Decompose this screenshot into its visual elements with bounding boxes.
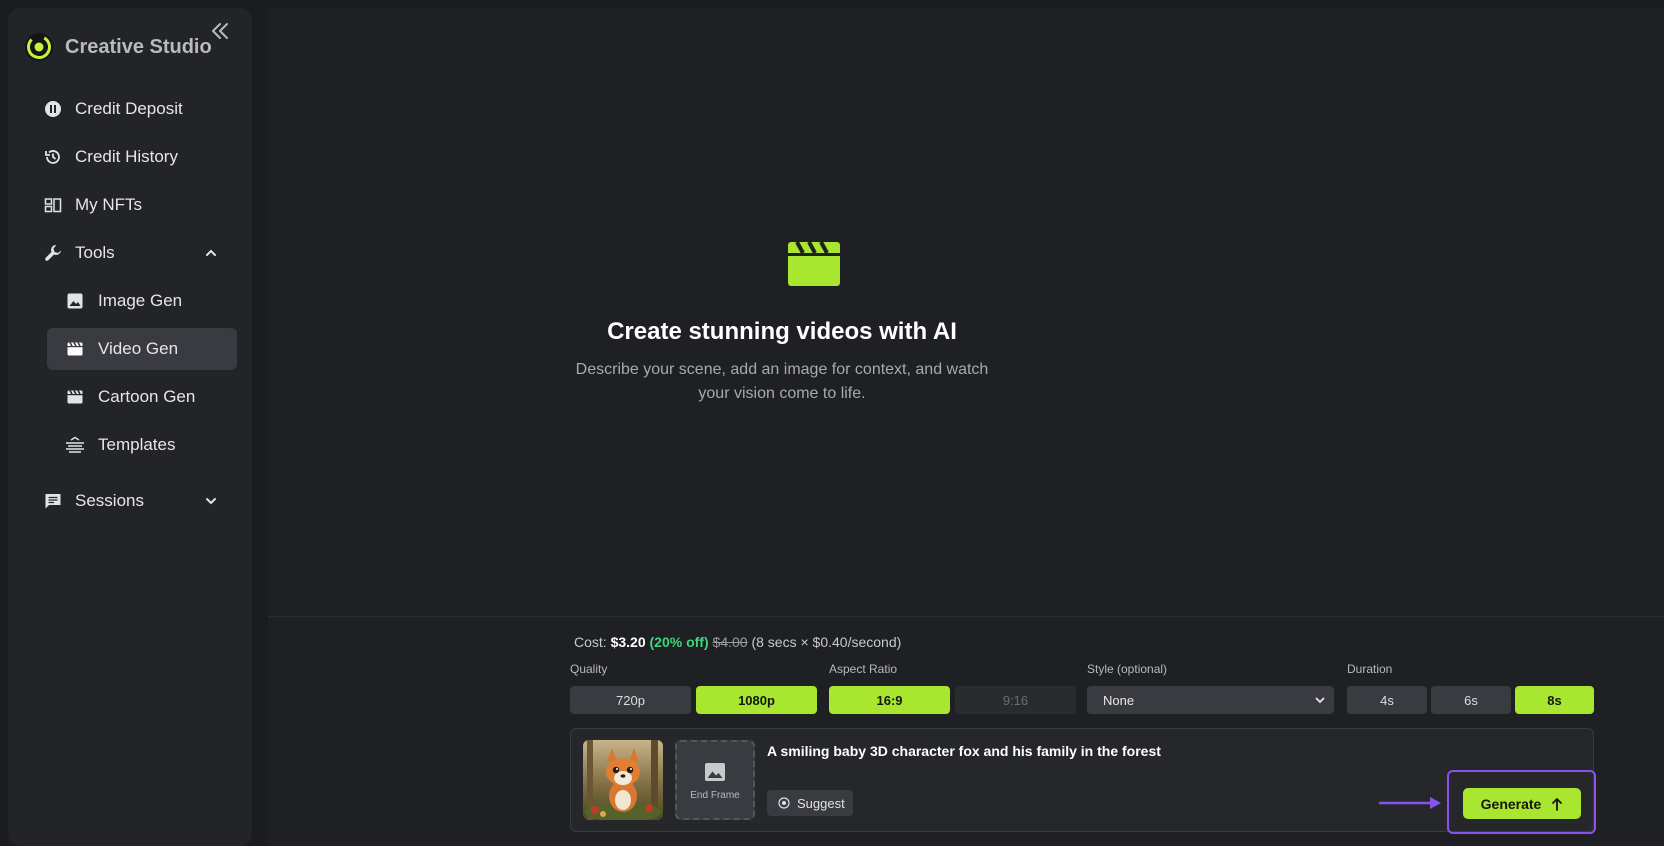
chat-icon (43, 491, 63, 511)
sidebar-item-label: Cartoon Gen (98, 387, 196, 406)
suggest-label: Suggest (797, 795, 845, 811)
style-select[interactable]: None (1087, 686, 1334, 714)
brand-name: Creative Studio (65, 35, 212, 58)
sidebar-item-label: Templates (98, 435, 176, 454)
brand-logo-icon (25, 33, 53, 61)
sidebar-item-label: Tools (75, 243, 115, 262)
sidebar-item-cartoon-gen[interactable]: Cartoon Gen (47, 376, 237, 418)
cost-detail: (8 secs × $0.40/second) (751, 634, 902, 650)
clapperboard-icon (788, 241, 840, 286)
suggest-icon (778, 797, 790, 809)
clapperboard-icon (65, 387, 85, 407)
sidebar-item-credit-deposit[interactable]: Credit Deposit (24, 88, 236, 130)
main-panel (268, 8, 1664, 846)
aspect-ratio-label: Aspect Ratio (829, 662, 898, 676)
prompt-input[interactable]: A smiling baby 3D character fox and his … (767, 743, 1161, 759)
chevron-down-icon (206, 498, 216, 505)
app-root: Creative Studio Credit Deposit Credit Hi… (0, 0, 1664, 846)
chevron-up-icon (206, 249, 216, 256)
duration-label: Duration (1347, 662, 1393, 676)
sidebar-item-label: Video Gen (98, 339, 179, 358)
fox-thumbnail-image (583, 740, 663, 820)
divider (268, 616, 1664, 617)
end-frame-upload[interactable]: End Frame (675, 740, 755, 820)
sidebar-item-label: Image Gen (98, 291, 183, 310)
image-icon (65, 291, 85, 311)
templates-icon (65, 435, 85, 455)
sidebar: Creative Studio Credit Deposit Credit Hi… (8, 8, 252, 846)
chevron-down-icon (1315, 697, 1325, 704)
sidebar-item-video-gen[interactable]: Video Gen (47, 328, 237, 370)
arrow-up-icon (1552, 797, 1563, 811)
image-icon (705, 762, 725, 781)
double-chevron-left-icon[interactable] (209, 19, 231, 43)
suggest-button[interactable]: Suggest (767, 790, 853, 816)
quality-option-1080p[interactable]: 1080p (696, 686, 817, 714)
sidebar-item-label: Credit History (75, 147, 178, 166)
style-select-value: None (1103, 692, 1135, 708)
cost-summary: Cost: $3.20 (20% off) $4.00 (8 secs × $0… (574, 634, 901, 650)
sidebar-item-label: Credit Deposit (75, 99, 183, 118)
start-frame-thumbnail[interactable] (583, 740, 663, 820)
history-icon (43, 147, 63, 167)
cost-price: $3.20 (610, 634, 646, 650)
end-frame-label: End Frame (690, 789, 740, 801)
hero-subtitle: Describe your scene, add an image for co… (575, 361, 989, 402)
quality-option-720p[interactable]: 720p (570, 686, 691, 714)
duration-option-6s[interactable]: 6s (1431, 686, 1511, 714)
sidebar-item-image-gen[interactable]: Image Gen (47, 280, 237, 322)
pause-circle-icon (43, 99, 63, 119)
sidebar-item-label: My NFTs (75, 195, 143, 214)
sidebar-item-credit-history[interactable]: Credit History (24, 136, 236, 178)
grid-icon (43, 195, 63, 215)
clapperboard-icon (65, 339, 85, 359)
generate-label: Generate (1480, 795, 1542, 812)
prompt-composer: End Frame A smiling baby 3D character fo… (570, 728, 1594, 832)
aspect-option-9-16[interactable]: 9:16 (955, 686, 1076, 714)
sidebar-item-templates[interactable]: Templates (47, 424, 237, 466)
quality-label: Quality (570, 662, 608, 676)
sidebar-item-label: Sessions (75, 491, 144, 510)
annotation-arrow (1378, 797, 1441, 809)
duration-option-4s[interactable]: 4s (1347, 686, 1427, 714)
cost-label: Cost: (574, 634, 607, 650)
duration-option-8s[interactable]: 8s (1515, 686, 1594, 714)
aspect-option-16-9[interactable]: 16:9 (829, 686, 950, 714)
generate-button[interactable]: Generate (1463, 788, 1581, 819)
sidebar-item-my-nfts[interactable]: My NFTs (24, 184, 236, 226)
sidebar-item-tools[interactable]: Tools (24, 232, 236, 274)
hero-title: Create stunning videos with AI (607, 318, 957, 345)
style-label: Style (optional) (1087, 662, 1168, 676)
wrench-icon (43, 243, 63, 263)
cost-discount: (20% off) (649, 634, 709, 650)
sidebar-item-sessions[interactable]: Sessions (24, 480, 236, 522)
cost-original-price: $4.00 (712, 634, 748, 650)
